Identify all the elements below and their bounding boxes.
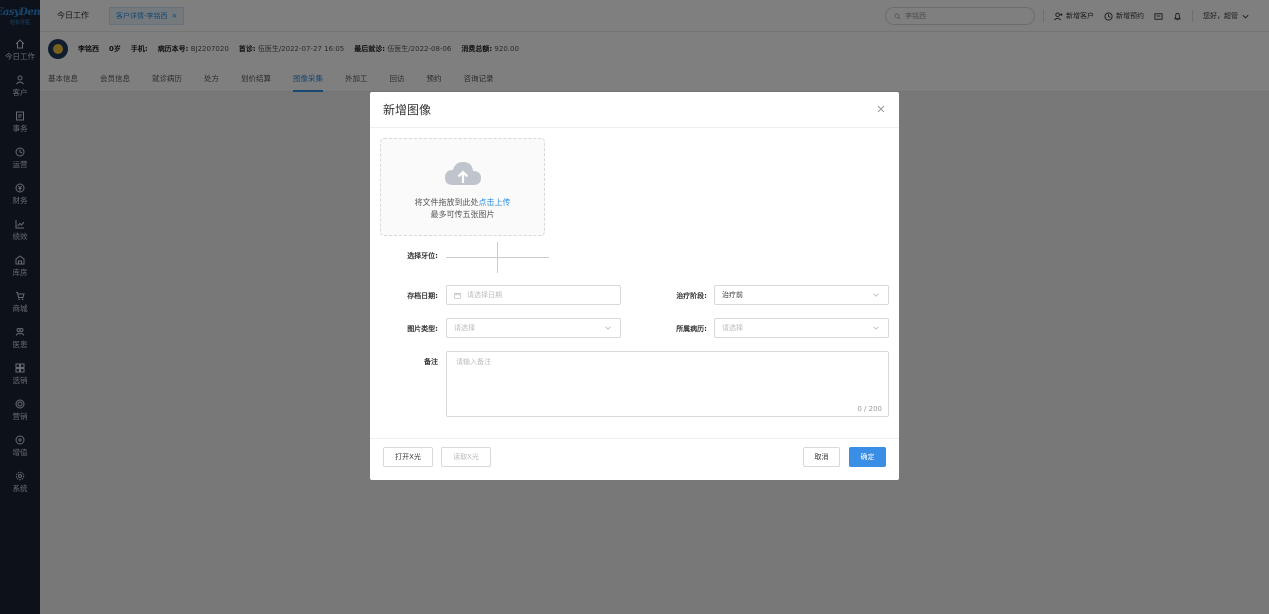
dialog-title: 新增图像 <box>383 103 432 117</box>
cloud-upload-icon <box>444 162 481 185</box>
treatment-stage-select[interactable]: 治疗前 <box>714 285 889 305</box>
archive-date-label: 存档日期: <box>407 292 438 300</box>
note-label: 备注 <box>424 358 438 366</box>
image-type-select[interactable]: 请选择 <box>446 318 621 338</box>
medical-record-placeholder: 请选择 <box>722 324 743 332</box>
image-type-label: 图片类型: <box>407 325 438 333</box>
dialog-footer: 打开X光 读取X光 取消 确定 <box>370 438 899 480</box>
note-textarea[interactable]: 请输入备注 0 / 200 <box>446 351 889 417</box>
chevron-down-icon <box>605 326 611 330</box>
treatment-stage-label: 治疗阶段: <box>676 292 707 300</box>
archive-date-picker[interactable]: 请选择日期 <box>446 285 621 305</box>
upload-hint: 最多可传五张图片 <box>430 210 495 219</box>
chevron-down-icon <box>873 293 879 297</box>
upload-link[interactable]: 点击上传 <box>479 198 511 207</box>
medical-record-label: 所属病历: <box>676 325 707 333</box>
image-type-placeholder: 请选择 <box>454 324 475 332</box>
archive-date-placeholder: 请选择日期 <box>467 291 502 299</box>
dialog-header: 新增图像 <box>370 92 899 128</box>
close-icon[interactable] <box>876 104 886 114</box>
note-placeholder: 请输入备注 <box>456 358 491 366</box>
medical-record-select[interactable]: 请选择 <box>714 318 889 338</box>
calendar-icon <box>454 292 461 299</box>
cancel-button[interactable]: 取消 <box>803 447 840 467</box>
open-xray-button[interactable]: 打开X光 <box>383 447 433 467</box>
tooth-position-selector[interactable] <box>446 242 549 273</box>
confirm-button[interactable]: 确定 <box>849 447 886 467</box>
upload-dropzone[interactable]: 将文件拖放到此处点击上传 最多可传五张图片 <box>380 138 545 236</box>
note-char-counter: 0 / 200 <box>857 405 882 413</box>
read-xray-button[interactable]: 读取X光 <box>441 447 491 467</box>
tooth-label: 选择牙位: <box>407 252 438 260</box>
tooth-chart-vertical <box>497 242 498 273</box>
chevron-down-icon <box>873 326 879 330</box>
upload-instruction: 将文件拖放到此处点击上传 <box>414 198 511 207</box>
add-image-dialog: 新增图像 将文件拖放到此处点击上传 最多可传五张图片 选择牙位: 存档日期: 请… <box>370 92 899 480</box>
treatment-stage-value: 治疗前 <box>722 291 743 299</box>
